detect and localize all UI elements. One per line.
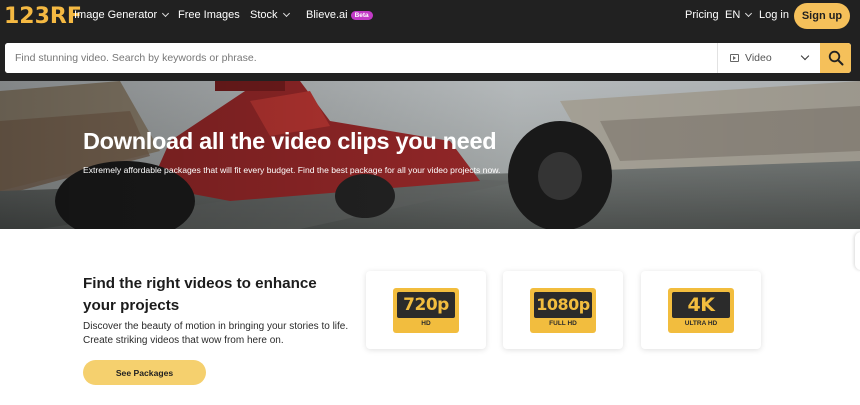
feature-description: Discover the beauty of motion in bringin… xyxy=(83,321,349,346)
resolution-badge: 720p HD xyxy=(393,287,459,333)
beta-badge: Beta xyxy=(350,10,373,20)
resolution-badge: 4K ULTRA HD xyxy=(668,287,734,333)
resolution-label: 720p xyxy=(397,291,455,318)
hero-background-image xyxy=(0,81,860,229)
resolution-label: 4K xyxy=(672,291,730,318)
resolution-card-720p: 720p HD xyxy=(366,271,486,349)
nav-pricing-label: Pricing xyxy=(685,9,719,21)
media-type-select[interactable]: Video xyxy=(717,43,820,73)
search-button[interactable] xyxy=(820,43,851,73)
resolution-sublabel: FULL HD xyxy=(549,319,577,327)
nav-free-images-label: Free Images xyxy=(178,9,240,21)
nav-blieve-ai-label: Blieve.ai xyxy=(306,9,348,21)
resolution-badge: 1080p FULL HD xyxy=(530,287,596,333)
nav-stock-label: Stock xyxy=(250,9,278,21)
chevron-down-icon xyxy=(745,9,753,18)
video-icon xyxy=(730,54,739,62)
chevron-down-icon xyxy=(800,51,810,61)
see-packages-button[interactable]: See Packages xyxy=(83,360,206,385)
nav-free-images[interactable]: Free Images xyxy=(178,9,240,21)
chevron-down-icon xyxy=(282,9,290,18)
search-bar-band: Video xyxy=(0,33,860,81)
resolution-card-4k: 4K ULTRA HD xyxy=(641,271,761,349)
nav-pricing[interactable]: Pricing xyxy=(685,9,719,21)
search-bar: Video xyxy=(5,43,851,73)
hero-title: Download all the video clips you need xyxy=(83,128,497,154)
chevron-down-icon xyxy=(162,9,170,18)
resolution-label: 1080p xyxy=(534,291,592,318)
nav-image-generator-label: Image Generator xyxy=(74,9,158,21)
resolution-sublabel: ULTRA HD xyxy=(684,319,718,327)
top-nav: 123RF Image Generator Free Images Stock … xyxy=(0,0,860,33)
nav-stock[interactable]: Stock xyxy=(250,9,290,21)
nav-blieve-ai[interactable]: Blieve.ai Beta xyxy=(306,9,373,21)
hero-banner: Download all the video clips you need Ex… xyxy=(0,81,860,229)
search-icon xyxy=(828,50,843,66)
login-link[interactable]: Log in xyxy=(759,9,789,21)
resolution-sublabel: HD xyxy=(421,319,431,327)
resolution-card-1080p: 1080p FULL HD xyxy=(503,271,623,349)
search-input[interactable] xyxy=(5,43,717,73)
nav-image-generator[interactable]: Image Generator xyxy=(74,9,170,21)
language-label: EN xyxy=(725,9,741,21)
media-type-label: Video xyxy=(745,52,772,64)
side-feedback-tab[interactable] xyxy=(855,232,860,270)
language-selector[interactable]: EN xyxy=(725,9,753,21)
login-label: Log in xyxy=(759,9,789,21)
feature-title: Find the right videos to enhance your pr… xyxy=(83,275,317,314)
logo[interactable]: 123RF xyxy=(4,4,82,29)
hero-subtitle: Extremely affordable packages that will … xyxy=(83,165,501,175)
signup-button[interactable]: Sign up xyxy=(794,3,850,29)
